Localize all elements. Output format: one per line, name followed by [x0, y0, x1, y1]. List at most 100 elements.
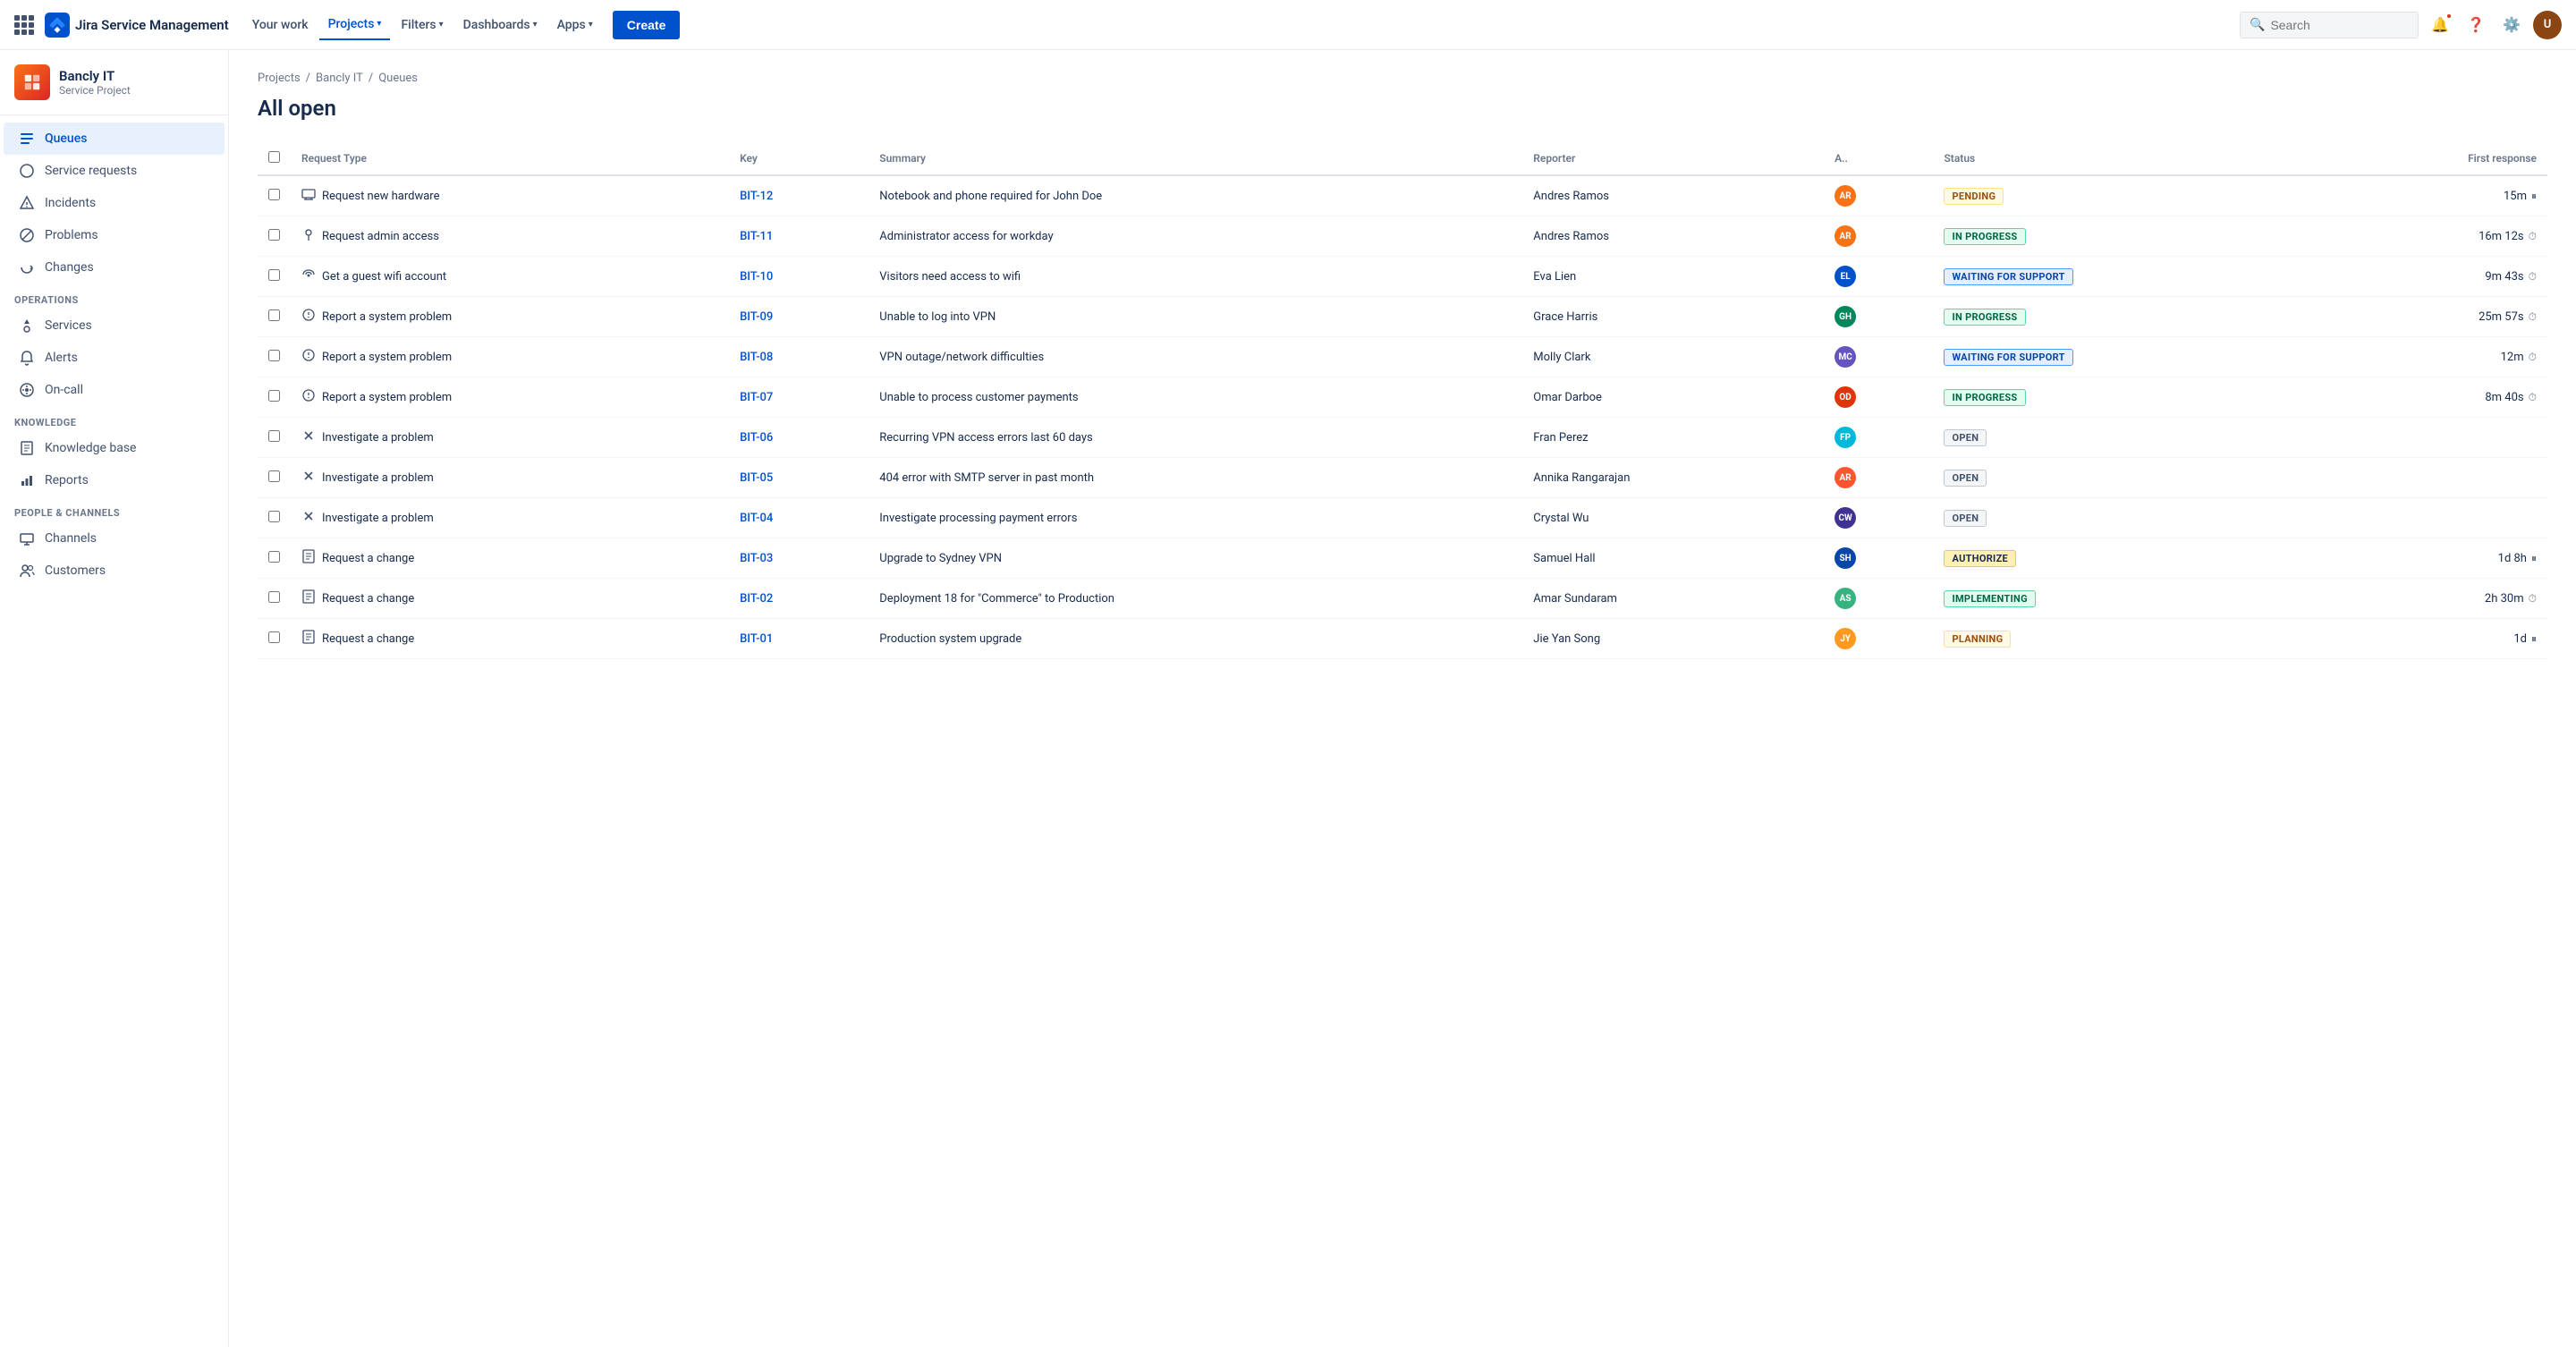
first-response-cell: 9m 43s ⏱	[2328, 270, 2537, 284]
clock-icon: ⏱	[2529, 270, 2537, 284]
request-type-icon	[301, 549, 316, 567]
assignee-cell: GH	[1835, 306, 1922, 327]
nav-filters[interactable]: Filters ▾	[392, 11, 452, 39]
reporter-cell: Crystal Wu	[1533, 512, 1813, 525]
services-icon	[18, 317, 36, 335]
sidebar-item-incidents[interactable]: Incidents	[4, 187, 225, 219]
row-checkbox-bit-03[interactable]	[268, 551, 280, 563]
request-type-icon	[301, 227, 316, 245]
assignee-avatar: AR	[1835, 467, 1856, 488]
summary-text: Unable to log into VPN	[879, 310, 996, 324]
sidebar-item-alerts[interactable]: Alerts	[4, 342, 225, 374]
status-badge: PLANNING	[1944, 631, 2011, 648]
request-type-label: Report a system problem	[322, 351, 452, 364]
assignee-avatar: CW	[1835, 507, 1856, 529]
reports-icon	[18, 471, 36, 489]
row-checkbox-bit-08[interactable]	[268, 350, 280, 361]
settings-button[interactable]: ⚙️	[2497, 11, 2526, 39]
sidebar-item-queues[interactable]: Queues	[4, 123, 225, 155]
request-type-cell: Request a change	[301, 549, 718, 567]
assignee-avatar: JY	[1835, 628, 1856, 649]
assignee-avatar: SH	[1835, 547, 1856, 569]
row-checkbox-bit-05[interactable]	[268, 470, 280, 482]
request-type-label: Request new hardware	[322, 190, 439, 203]
nav-projects[interactable]: Projects ▾	[319, 10, 391, 40]
help-button[interactable]: ❓	[2462, 11, 2490, 39]
issue-key-bit-06[interactable]: BIT-06	[740, 431, 773, 445]
request-type-cell: Get a guest wifi account	[301, 267, 718, 285]
top-navigation: Jira Service Management Your work Projec…	[0, 0, 2576, 50]
status-badge: OPEN	[1944, 470, 1987, 487]
dashboards-chevron: ▾	[533, 20, 538, 30]
issue-key-bit-05[interactable]: BIT-05	[740, 471, 773, 485]
main-content: Projects / Bancly IT / Queues All open R…	[229, 50, 2576, 1347]
people-section-label: People & Channels	[0, 496, 228, 522]
nav-your-work[interactable]: Your work	[243, 11, 318, 39]
row-checkbox-bit-06[interactable]	[268, 430, 280, 442]
project-icon	[14, 64, 50, 100]
issue-key-bit-11[interactable]: BIT-11	[740, 230, 773, 243]
sidebar-item-reports[interactable]: Reports	[4, 464, 225, 496]
issue-key-bit-03[interactable]: BIT-03	[740, 552, 773, 565]
apps-chevron: ▾	[589, 20, 593, 30]
assignee-avatar: AR	[1835, 225, 1856, 247]
create-button[interactable]: Create	[613, 11, 681, 39]
breadcrumb-bancly-it[interactable]: Bancly IT	[316, 72, 363, 85]
summary-text: Notebook and phone required for John Doe	[879, 190, 1102, 203]
reporter-cell: Omar Darboe	[1533, 391, 1813, 404]
table-row: Investigate a problem BIT-04Investigate …	[258, 498, 2547, 538]
sidebar-item-oncall[interactable]: On-call	[4, 374, 225, 406]
request-type-icon	[301, 589, 316, 607]
search-input[interactable]	[2270, 18, 2409, 32]
issue-key-bit-09[interactable]: BIT-09	[740, 310, 773, 324]
nav-dashboards[interactable]: Dashboards ▾	[454, 11, 547, 39]
sidebar-item-problems-label: Problems	[45, 228, 98, 242]
request-type-label: Get a guest wifi account	[322, 270, 446, 284]
first-response-cell: 8m 40s ⏱	[2328, 391, 2537, 404]
sidebar-item-changes[interactable]: Changes	[4, 251, 225, 284]
sidebar-item-channels[interactable]: Channels	[4, 522, 225, 555]
row-checkbox-bit-07[interactable]	[268, 390, 280, 402]
nav-apps[interactable]: Apps ▾	[548, 11, 602, 39]
first-response-time: 12m	[2501, 351, 2524, 364]
row-checkbox-bit-02[interactable]	[268, 591, 280, 603]
issue-key-bit-02[interactable]: BIT-02	[740, 592, 773, 606]
reporter-cell: Annika Rangarajan	[1533, 471, 1813, 485]
reporter-cell: Amar Sundaram	[1533, 592, 1813, 606]
summary-text: VPN outage/network difficulties	[879, 351, 1044, 364]
search-box[interactable]: 🔍	[2240, 12, 2419, 38]
app-grid-icon[interactable]	[14, 15, 34, 35]
table-row: Investigate a problem BIT-05404 error wi…	[258, 458, 2547, 498]
row-checkbox-bit-10[interactable]	[268, 269, 280, 281]
issue-key-bit-10[interactable]: BIT-10	[740, 270, 773, 284]
issue-key-bit-07[interactable]: BIT-07	[740, 391, 773, 404]
col-first-response: First response	[2318, 142, 2547, 175]
row-checkbox-bit-11[interactable]	[268, 229, 280, 241]
issue-key-bit-08[interactable]: BIT-08	[740, 351, 773, 364]
row-checkbox-bit-12[interactable]	[268, 189, 280, 200]
reporter-name: Grace Harris	[1533, 310, 1597, 324]
reporter-cell: Jie Yan Song	[1533, 632, 1813, 646]
sidebar-item-services-label: Services	[45, 318, 92, 333]
project-name: Bancly IT	[59, 68, 131, 84]
logo[interactable]: Jira Service Management	[45, 13, 229, 38]
row-checkbox-bit-01[interactable]	[268, 631, 280, 643]
user-avatar[interactable]: U	[2533, 11, 2562, 39]
status-badge: WAITING FOR SUPPORT	[1944, 349, 2072, 366]
sidebar-item-knowledge-base[interactable]: Knowledge base	[4, 432, 225, 464]
sidebar-item-problems[interactable]: Problems	[4, 219, 225, 251]
sidebar-item-service-requests[interactable]: Service requests	[4, 155, 225, 187]
sidebar-item-services[interactable]: Services	[4, 309, 225, 342]
sidebar-item-customers[interactable]: Customers	[4, 555, 225, 587]
issue-key-bit-12[interactable]: BIT-12	[740, 190, 773, 203]
assignee-cell: FP	[1835, 427, 1922, 448]
row-checkbox-bit-04[interactable]	[268, 511, 280, 522]
issue-key-bit-04[interactable]: BIT-04	[740, 512, 773, 525]
request-type-cell: Request new hardware	[301, 187, 718, 205]
select-all-checkbox[interactable]	[268, 151, 280, 163]
issue-key-bit-01[interactable]: BIT-01	[740, 632, 773, 646]
assignee-cell: MC	[1835, 346, 1922, 368]
row-checkbox-bit-09[interactable]	[268, 309, 280, 321]
knowledge-section-label: Knowledge	[0, 406, 228, 432]
breadcrumb-projects[interactable]: Projects	[258, 72, 301, 85]
